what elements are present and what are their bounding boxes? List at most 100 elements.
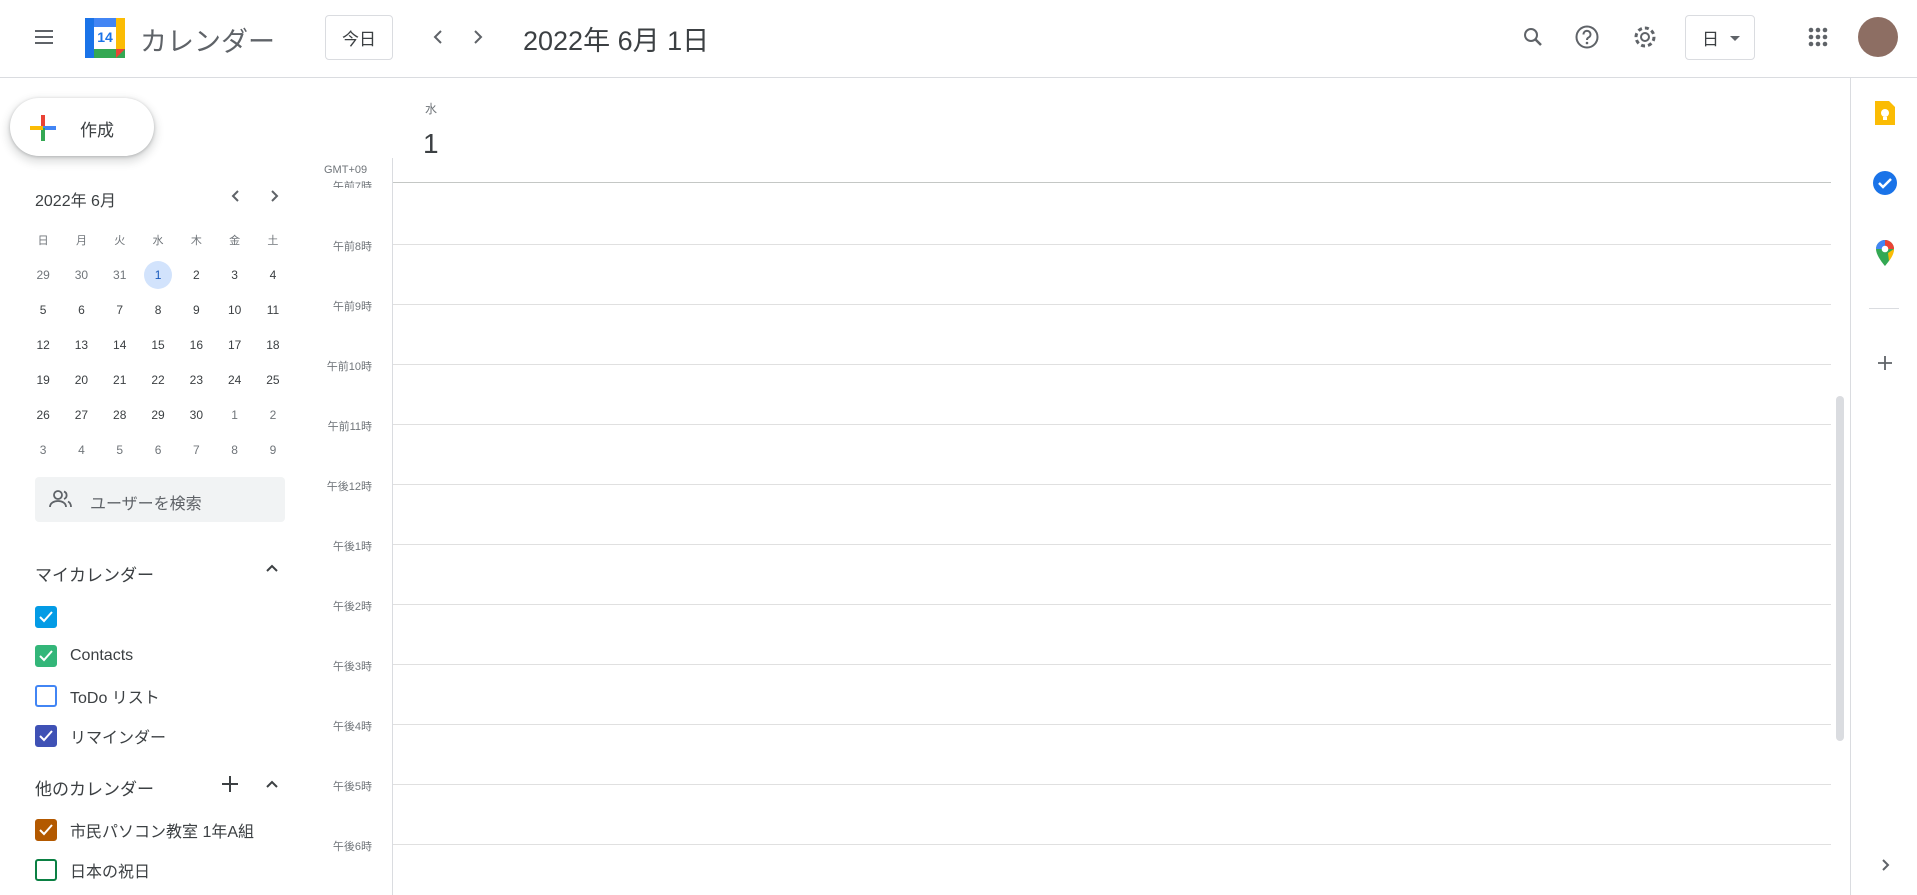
search-icon[interactable] <box>1511 15 1555 59</box>
calendar-item-label: リマインダー <box>70 730 167 747</box>
weekday-label: 火 <box>114 234 126 247</box>
tasks-icon[interactable] <box>1868 166 1902 200</box>
chevron-up-icon[interactable] <box>254 766 290 802</box>
mini-week-row: 26 27 28 29 30 1 2 <box>24 397 304 432</box>
checkbox-unchecked[interactable] <box>35 859 57 881</box>
calendar-item-todo[interactable]: ToDo リスト <box>35 681 160 711</box>
mini-day[interactable]: 27 <box>62 397 100 432</box>
mini-day[interactable]: 29 <box>139 397 177 432</box>
mini-day[interactable]: 3 <box>24 432 62 467</box>
mini-day[interactable]: 1 <box>215 397 253 432</box>
mini-day[interactable]: 25 <box>254 362 292 397</box>
hour-label: 午前11時 <box>327 421 372 433</box>
calendar-item-reminders[interactable]: リマインダー <box>35 721 166 751</box>
hour-label: 午前7時 <box>332 181 372 188</box>
expand-panel-icon[interactable] <box>1868 848 1902 882</box>
mini-day[interactable]: 29 <box>24 257 62 292</box>
checkbox-checked[interactable] <box>35 606 57 628</box>
mini-day[interactable]: 4 <box>254 257 292 292</box>
hour-line <box>393 664 1831 665</box>
mini-day-selected[interactable]: 1 <box>139 257 177 292</box>
other-calendars-title[interactable]: 他のカレンダー <box>35 775 154 800</box>
hour-label: 午後4時 <box>332 721 372 733</box>
mini-day[interactable]: 14 <box>101 327 139 362</box>
mini-day[interactable]: 8 <box>215 432 253 467</box>
mini-day[interactable]: 7 <box>101 292 139 327</box>
timezone-label: GMT+09 <box>324 164 368 176</box>
checkbox-unchecked[interactable] <box>35 685 57 707</box>
mini-day[interactable]: 4 <box>62 432 100 467</box>
calendar-item-contacts[interactable]: Contacts <box>35 641 133 671</box>
mini-week-row: 29 30 31 1 2 3 4 <box>24 257 304 292</box>
day-header-date[interactable]: 1 <box>423 128 439 160</box>
mini-day[interactable]: 24 <box>215 362 253 397</box>
mini-day[interactable]: 9 <box>254 432 292 467</box>
mini-day[interactable]: 17 <box>215 327 253 362</box>
mini-day[interactable]: 5 <box>24 292 62 327</box>
mini-day[interactable]: 26 <box>24 397 62 432</box>
create-button-label: 作成 <box>80 121 114 140</box>
mini-day[interactable]: 10 <box>215 292 253 327</box>
mini-day[interactable]: 5 <box>101 432 139 467</box>
mini-day[interactable]: 18 <box>254 327 292 362</box>
create-button[interactable]: 作成 <box>10 98 154 156</box>
mini-day[interactable]: 2 <box>254 397 292 432</box>
weekday-label: 月 <box>75 234 87 247</box>
add-addon-icon[interactable] <box>1868 346 1902 380</box>
mini-day[interactable]: 31 <box>101 257 139 292</box>
prev-icon[interactable] <box>416 15 460 59</box>
mini-day[interactable]: 11 <box>254 292 292 327</box>
calendar-item-class[interactable]: 市民パソコン教室 1年A組 <box>35 815 254 845</box>
apps-grid-icon[interactable] <box>1796 15 1840 59</box>
mini-day[interactable]: 15 <box>139 327 177 362</box>
mini-day[interactable]: 19 <box>24 362 62 397</box>
mini-day[interactable]: 6 <box>62 292 100 327</box>
hour-label: 午前9時 <box>332 301 372 313</box>
mini-day[interactable]: 6 <box>139 432 177 467</box>
mini-day[interactable]: 30 <box>62 257 100 292</box>
mini-day[interactable]: 9 <box>177 292 215 327</box>
scrollbar[interactable] <box>1836 396 1844 741</box>
my-calendars-title[interactable]: マイカレンダー <box>35 561 154 586</box>
mini-day[interactable]: 22 <box>139 362 177 397</box>
calendar-item-holidays[interactable]: 日本の祝日 <box>35 855 150 885</box>
today-button[interactable]: 今日 <box>325 15 393 60</box>
mini-day[interactable]: 21 <box>101 362 139 397</box>
mini-day[interactable]: 16 <box>177 327 215 362</box>
checkbox-checked[interactable] <box>35 645 57 667</box>
hour-label: 午後2時 <box>332 601 372 613</box>
day-grid[interactable] <box>392 158 1831 895</box>
mini-day[interactable]: 12 <box>24 327 62 362</box>
help-icon[interactable] <box>1565 15 1609 59</box>
checkbox-checked[interactable] <box>35 819 57 841</box>
view-selector[interactable]: 日 <box>1685 15 1755 60</box>
search-users-input[interactable]: ユーザーを検索 <box>35 477 285 522</box>
view-selector-label: 日 <box>1702 30 1719 49</box>
account-avatar[interactable] <box>1858 17 1898 57</box>
mini-day[interactable]: 13 <box>62 327 100 362</box>
main-menu-icon[interactable] <box>22 15 66 59</box>
chevron-up-icon[interactable] <box>254 550 290 586</box>
mini-day[interactable]: 8 <box>139 292 177 327</box>
next-icon[interactable] <box>456 15 500 59</box>
keep-icon[interactable] <box>1868 96 1902 130</box>
settings-icon[interactable] <box>1623 15 1667 59</box>
mini-day[interactable]: 28 <box>101 397 139 432</box>
mini-day[interactable]: 20 <box>62 362 100 397</box>
mini-day[interactable]: 7 <box>177 432 215 467</box>
mini-next-icon[interactable] <box>258 180 290 212</box>
hour-label: 午後3時 <box>332 661 372 673</box>
mini-prev-icon[interactable] <box>220 180 252 212</box>
calendar-item[interactable] <box>35 602 70 632</box>
hour-line <box>393 724 1831 725</box>
hour-line <box>393 424 1831 425</box>
mini-day[interactable]: 2 <box>177 257 215 292</box>
mini-day[interactable]: 3 <box>215 257 253 292</box>
maps-icon[interactable] <box>1868 236 1902 270</box>
mini-day[interactable]: 30 <box>177 397 215 432</box>
calendar-item-label: 日本の祝日 <box>70 864 151 881</box>
calendar-logo[interactable]: 14 <box>84 17 126 59</box>
checkbox-checked[interactable] <box>35 725 57 747</box>
plus-icon[interactable] <box>212 766 248 802</box>
mini-day[interactable]: 23 <box>177 362 215 397</box>
